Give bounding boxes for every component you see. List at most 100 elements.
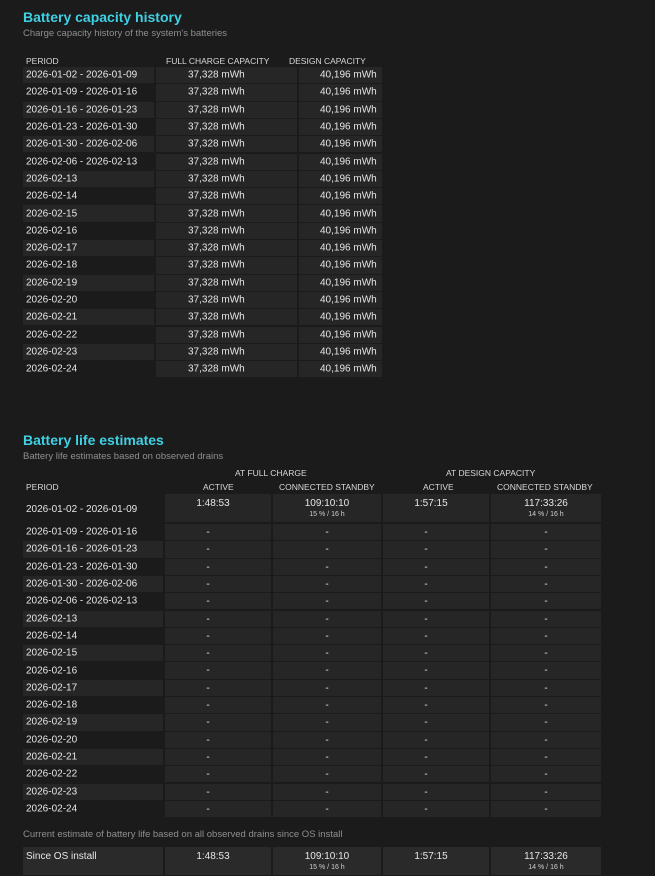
capacity-row: 2026-02-13 37,328 mWh 40,196 mWh — [23, 170, 382, 188]
capacity-design: 40,196 mWh — [320, 346, 377, 358]
capacity-row: 2026-02-06 - 2026-02-13 37,328 mWh 40,196 … — [23, 153, 382, 170]
capacity-section-subtitle: Charge capacity history of the system's … — [23, 28, 228, 39]
estimate-period: 2026-02-18 — [26, 699, 78, 711]
estimate-period: 2026-02-15 — [26, 647, 78, 659]
capacity-design: 40,196 mWh — [320, 259, 377, 271]
capacity-full-charge: 37,328 mWh — [188, 277, 245, 289]
capacity-period: 2026-02-23 — [26, 346, 78, 358]
estimate-period: 2026-01-09 - 2026-01-16 — [26, 526, 138, 538]
estimate-standby-design-note: 14 % / 16 h — [528, 511, 564, 518]
capacity-period: 2026-02-18 — [26, 259, 78, 271]
estimate-row: 2026-01-09 - 2026-01-16- - - - — [23, 524, 601, 541]
capacity-row: 2026-02-20 37,328 mWh 40,196 mWh — [23, 291, 382, 309]
estimate-active-design: - — [424, 682, 428, 694]
estimate-active-design: - — [424, 648, 428, 660]
estimate-standby-design: - — [544, 578, 548, 590]
estimate-period: 2026-01-23 - 2026-01-30 — [26, 561, 138, 573]
capacity-period: 2026-02-13 — [26, 173, 78, 185]
estimate-active-design: - — [424, 578, 428, 590]
capacity-period: 2026-01-16 - 2026-01-23 — [26, 104, 138, 116]
estimate-period: 2026-02-19 — [26, 716, 78, 728]
capacity-full-charge: 37,328 mWh — [188, 294, 245, 306]
capacity-full-charge: 37,328 mWh — [188, 173, 245, 185]
estimate-active-design: - — [424, 717, 428, 729]
capacity-design: 40,196 mWh — [320, 104, 377, 116]
capacity-period: 2026-02-16 — [26, 225, 78, 237]
estimate-period: 2026-01-30 - 2026-02-06 — [26, 578, 138, 590]
capacity-full-charge: 37,328 mWh — [188, 242, 245, 254]
capacity-period: 2026-01-02 - 2026-01-09 — [26, 69, 138, 81]
capacity-full-charge: 37,328 mWh — [188, 363, 245, 375]
estimate-row: 2026-02-24- - - - — [23, 800, 601, 818]
estimate-active-full: - — [206, 717, 210, 729]
capacity-row: 2026-01-30 - 2026-02-06 37,328 mWh 40,196 … — [23, 136, 382, 153]
estimate-row: 2026-02-16- - - - — [23, 662, 601, 679]
estimate-standby-design: - — [544, 544, 548, 556]
capacity-period: 2026-02-20 — [26, 294, 78, 306]
estimate-active-full: - — [206, 630, 210, 642]
estimate-period: 2026-02-16 — [26, 665, 78, 677]
capacity-row: 2026-02-16 37,328 mWh 40,196 mWh — [23, 222, 382, 239]
estimate-active-design: - — [424, 665, 428, 677]
capacity-period: 2026-02-14 — [26, 190, 78, 202]
capacity-design: 40,196 mWh — [320, 138, 377, 150]
estimate-row: 2026-01-16 - 2026-01-23- - - - — [23, 541, 601, 558]
capacity-period: 2026-01-30 - 2026-02-06 — [26, 138, 138, 150]
capacity-section-title: Battery capacity history — [23, 9, 182, 25]
capacity-row: 2026-02-18 37,328 mWh 40,196 mWh — [23, 257, 382, 274]
estimate-standby-design: - — [544, 803, 548, 815]
estimate-active-full: - — [206, 682, 210, 694]
estimate-row: 2026-02-15- - - - — [23, 645, 601, 662]
capacity-full-charge: 37,328 mWh — [188, 86, 245, 98]
capacity-full-charge: 37,328 mWh — [188, 104, 245, 116]
estimate-active-full: - — [206, 544, 210, 556]
capacity-period: 2026-01-23 - 2026-01-30 — [26, 121, 138, 133]
estimate-standby-design: - — [544, 648, 548, 660]
estimate-period: 2026-02-20 — [26, 734, 78, 746]
capacity-period: 2026-02-15 — [26, 208, 78, 220]
capacity-design: 40,196 mWh — [320, 156, 377, 168]
capacity-row: 2026-02-22 37,328 mWh 40,196 mWh — [23, 326, 382, 343]
capacity-design: 40,196 mWh — [320, 242, 377, 254]
estimate-active-full: - — [206, 596, 210, 608]
capacity-design: 40,196 mWh — [320, 311, 377, 323]
estimate-row: 2026-02-17- - - - — [23, 679, 601, 696]
estimate-standby-design: 117:33:26 — [524, 498, 568, 509]
estimate-active-design: - — [424, 700, 428, 711]
estimate-standby-design: - — [544, 734, 548, 746]
capacity-row: 2026-02-15 37,328 mWh 40,196 mWh — [23, 205, 382, 222]
capacity-design: 40,196 mWh — [320, 69, 377, 81]
estimate-row: 2026-02-22- - - - — [23, 766, 601, 783]
estimate-row-detailed: 2026-01-02 - 2026-01-09 1:48:53 109:10:1… — [23, 494, 601, 522]
capacity-row: 2026-02-19 37,328 mWh 40,196 mWh — [23, 274, 382, 291]
estimate-active-design: 1:57:15 — [414, 498, 448, 509]
estimate-standby-design: - — [544, 751, 548, 763]
col-header-design: DESIGN CAPACITY — [289, 56, 366, 66]
capacity-design: 40,196 mWh — [320, 277, 377, 289]
capacity-full-charge: 37,328 mWh — [188, 311, 245, 323]
capacity-row: 2026-02-21 37,328 mWh 40,196 mWh — [23, 309, 382, 326]
col-header-period: PERIOD — [26, 56, 59, 66]
estimate-active-full: - — [206, 665, 210, 677]
capacity-full-charge: 37,328 mWh — [188, 259, 245, 271]
estimate-period: 2026-02-17 — [26, 682, 78, 694]
estimate-active-full: - — [206, 648, 210, 660]
estimate-row: 2026-02-14- - - - — [23, 627, 601, 645]
estimate-active-design: - — [424, 734, 428, 746]
estimate-period: 2026-02-13 — [26, 613, 78, 625]
capacity-full-charge: 37,328 mWh — [188, 329, 245, 341]
estimate-active-design: - — [424, 544, 428, 556]
capacity-period: 2026-02-22 — [26, 329, 78, 341]
estimate-standby-design: - — [544, 786, 548, 798]
capacity-row: 2026-02-14 37,328 mWh 40,196 mWh — [23, 188, 382, 205]
capacity-period: 2026-02-21 — [26, 311, 78, 323]
estimate-standby-design: - — [544, 700, 548, 711]
col-header-standby-full: CONNECTED STANDBY — [279, 482, 375, 492]
capacity-period: 2026-02-19 — [26, 277, 78, 289]
capacity-design: 40,196 mWh — [320, 190, 377, 202]
estimate-active-design: - — [424, 596, 428, 608]
estimate-standby-design: - — [544, 596, 548, 608]
estimate-period: 2026-02-24 — [26, 803, 78, 815]
estimate-period: 2026-02-21 — [26, 751, 78, 763]
estimate-standby-design: - — [544, 717, 548, 729]
